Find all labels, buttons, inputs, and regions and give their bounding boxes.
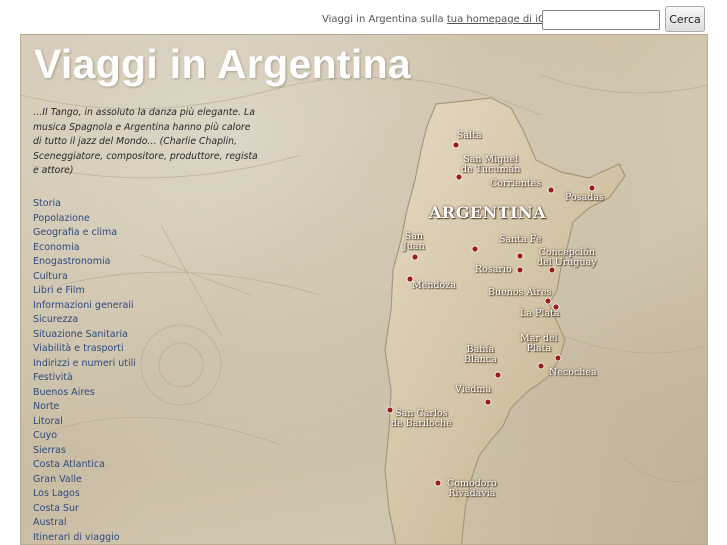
marker-santa-fe-icon	[471, 245, 479, 253]
marker-buenos-aires-icon	[544, 297, 552, 305]
marker-necochea-icon	[537, 362, 545, 370]
marker-viedma-icon	[484, 398, 492, 406]
marker-group	[386, 141, 596, 487]
marker-parana-icon	[516, 252, 524, 260]
top-bar: Viaggi in Argentina sulla tua homepage d…	[0, 0, 727, 34]
marker-bariloche-icon	[386, 406, 394, 414]
marker-corrientes-icon	[547, 186, 555, 194]
main-panel: Viaggi in Argentina …Il Tango, in assolu…	[20, 34, 708, 545]
marker-salta-icon	[452, 141, 460, 149]
igoogle-promo: Viaggi in Argentina sulla tua homepage d…	[322, 14, 573, 25]
marker-bahia-blanca-icon	[494, 371, 502, 379]
marker-tucuman-icon	[455, 173, 463, 181]
marker-rosario-icon	[516, 266, 524, 274]
marker-concepcion-icon	[548, 266, 556, 274]
search-input[interactable]	[542, 10, 660, 30]
marker-san-juan-icon	[411, 253, 419, 261]
marker-mendoza-icon	[406, 275, 414, 283]
search-button[interactable]: Cerca	[665, 6, 705, 32]
city-markers	[386, 141, 596, 487]
igoogle-promo-text: Viaggi in Argentina sulla	[322, 14, 444, 25]
marker-mar-del-plata-icon	[554, 354, 562, 362]
marker-posadas-icon	[588, 184, 596, 192]
marker-comodoro-icon	[434, 479, 442, 487]
marker-la-plata-icon	[552, 303, 560, 311]
